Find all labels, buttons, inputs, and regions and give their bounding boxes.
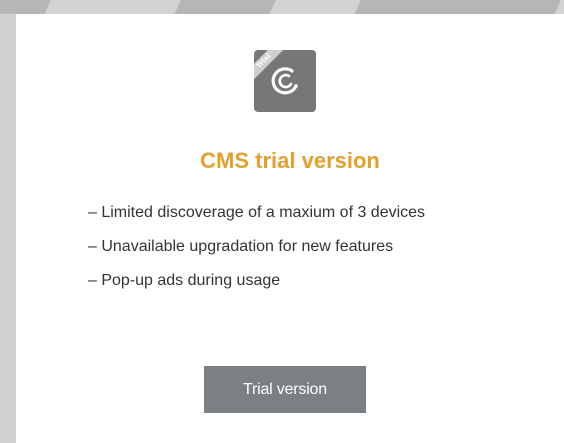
band-segment — [354, 0, 564, 14]
band-segment — [174, 0, 281, 14]
cms-logo-icon: Trial — [254, 50, 316, 112]
band-segment — [0, 0, 56, 14]
trial-version-button[interactable]: Trial version — [204, 366, 366, 413]
feature-item: – Pop-up ads during usage — [88, 272, 281, 289]
swirl-icon — [271, 67, 298, 95]
trial-card: Trial CMS trial version – Limited discov… — [16, 14, 564, 443]
feature-item: – Unavailable upgradation for new featur… — [88, 238, 394, 255]
feature-list: – Limited discoverage of a maxium of 3 d… — [88, 203, 425, 305]
top-decorative-band — [0, 0, 564, 14]
feature-item: – Limited discoverage of a maxium of 3 d… — [88, 204, 426, 221]
page-title: CMS trial version — [200, 148, 380, 173]
